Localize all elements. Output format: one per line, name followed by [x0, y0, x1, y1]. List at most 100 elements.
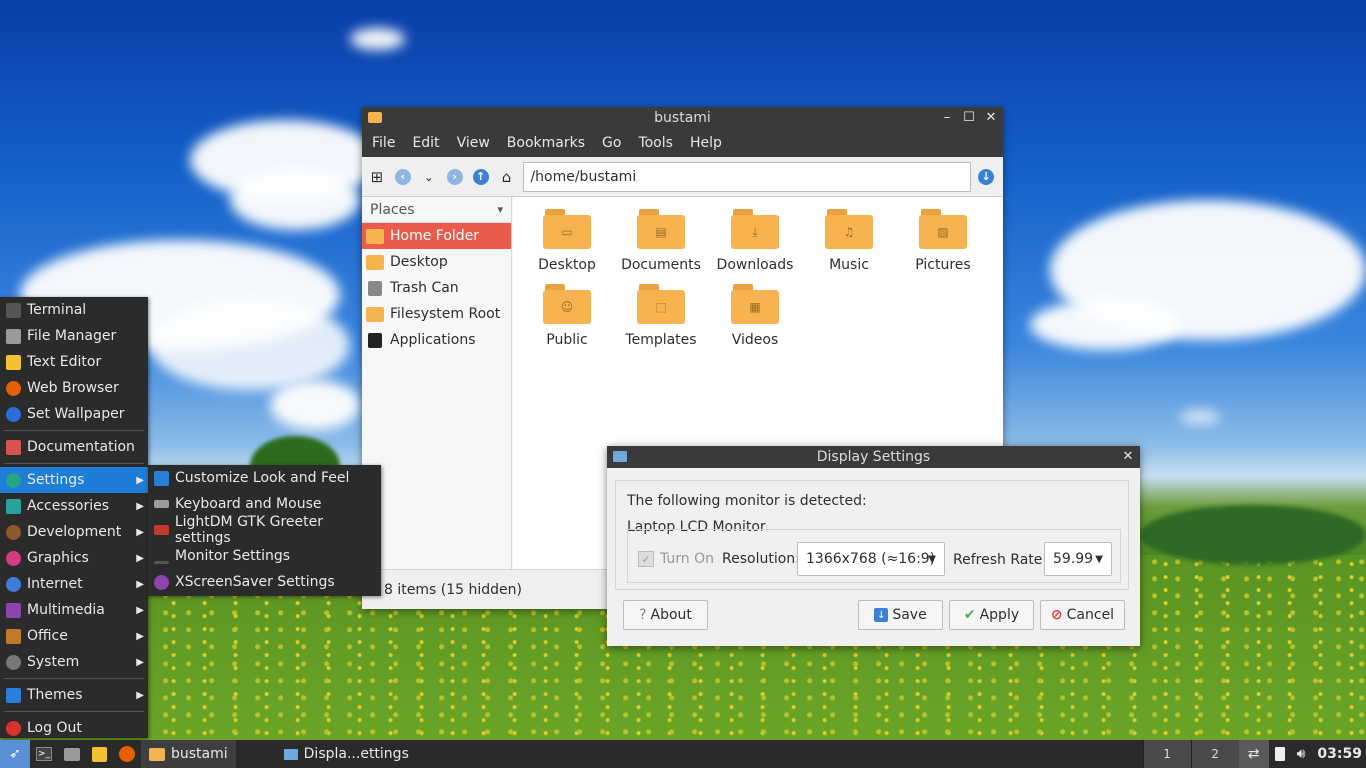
menu-item-label: Development	[27, 524, 122, 540]
back-icon[interactable]: ‹	[394, 168, 412, 186]
forward-icon[interactable]: ›	[446, 168, 464, 186]
file-label: Desktop	[538, 257, 596, 273]
chevron-down-icon[interactable]: ▾	[497, 203, 503, 216]
menu-item-logout[interactable]: Log Out	[0, 715, 148, 741]
menu-item-web-browser[interactable]: Web Browser	[0, 375, 148, 401]
menu-item-label: Set Wallpaper	[27, 406, 125, 422]
keyboard-icon	[154, 500, 169, 508]
monitor-icon	[283, 748, 298, 760]
accessories-icon	[6, 498, 21, 514]
apply-button[interactable]: ✔ Apply	[949, 600, 1034, 630]
sidebar-item-label: Home Folder	[390, 228, 480, 244]
launcher-web-browser[interactable]	[113, 740, 141, 768]
menu-item-graphics[interactable]: Graphics ▶	[0, 545, 148, 571]
file-item[interactable]: ⤓ Downloads	[710, 209, 800, 273]
go-icon[interactable]: ↓	[977, 168, 995, 186]
menu-item-label: Text Editor	[27, 354, 102, 370]
window-title: bustami	[654, 110, 711, 126]
folder-icon	[149, 747, 165, 761]
launcher-terminal[interactable]: >_	[30, 740, 58, 768]
menu-item-set-wallpaper[interactable]: Set Wallpaper	[0, 401, 148, 427]
up-icon[interactable]: ↑	[472, 168, 490, 186]
resolution-select[interactable]: 1366x768 (≈16:9) ▼	[797, 542, 945, 576]
clock[interactable]: 03:59	[1311, 740, 1366, 768]
menu-item-label: System	[27, 654, 80, 670]
menu-item-accessories[interactable]: Accessories ▶	[0, 493, 148, 519]
submenu-item-greeter[interactable]: LightDM GTK Greeter settings	[148, 514, 381, 546]
submenu-item-monitor[interactable]: Monitor Settings	[148, 543, 381, 569]
submenu-item-xscreensaver[interactable]: XScreenSaver Settings	[148, 569, 381, 595]
title-bar[interactable]: bustami – ☐ ✕	[362, 107, 1003, 129]
file-item[interactable]: ▨ Pictures	[898, 209, 988, 273]
file-item[interactable]: ▭ Desktop	[522, 209, 612, 273]
home-icon[interactable]: ⌂	[498, 168, 516, 186]
network-icon[interactable]: ⇄	[1238, 740, 1269, 768]
launcher-text-editor[interactable]	[86, 740, 113, 768]
close-icon[interactable]: ✕	[985, 111, 997, 124]
desktop-folder-icon: ▭	[543, 209, 591, 249]
task-file-manager[interactable]: bustami	[141, 740, 236, 768]
file-item[interactable]: ☺ Public	[522, 284, 612, 348]
workspace-2[interactable]: 2	[1190, 740, 1239, 768]
menu-item-development[interactable]: Development ▶	[0, 519, 148, 545]
menu-file[interactable]: File	[372, 135, 404, 151]
start-menu: Terminal File Manager Text Editor Web Br…	[0, 297, 148, 738]
sidebar-item-desktop[interactable]: Desktop	[362, 249, 511, 275]
refresh-rate-select[interactable]: 59.99 ▼	[1044, 542, 1112, 576]
submenu-item-customize[interactable]: Customize Look and Feel	[148, 465, 381, 491]
music-folder-icon: ♫	[825, 209, 873, 249]
menu-bookmarks[interactable]: Bookmarks	[507, 135, 594, 151]
task-display-settings[interactable]: Displa...ettings	[276, 740, 417, 768]
menu-edit[interactable]: Edit	[412, 135, 448, 151]
sidebar-item-label: Desktop	[390, 254, 448, 270]
about-label: About	[650, 607, 692, 623]
menu-item-text-editor[interactable]: Text Editor	[0, 349, 148, 375]
menu-item-documentation[interactable]: Documentation	[0, 434, 148, 460]
menu-item-themes[interactable]: Themes ▶	[0, 682, 148, 708]
menu-go[interactable]: Go	[602, 135, 630, 151]
file-item[interactable]: ▤ Documents	[616, 209, 706, 273]
menu-item-label: Themes	[27, 687, 83, 703]
file-item[interactable]: ▦ Videos	[710, 284, 800, 348]
menu-item-system[interactable]: System ▶	[0, 649, 148, 675]
menu-item-internet[interactable]: Internet ▶	[0, 571, 148, 597]
new-tab-icon[interactable]: ⊞	[368, 168, 386, 186]
clipboard-icon[interactable]	[1269, 740, 1291, 768]
sidebar-item-applications[interactable]: Applications	[362, 327, 511, 353]
monitor-icon	[613, 451, 627, 462]
drive-icon	[366, 306, 384, 322]
chevron-down-icon[interactable]: ⌄	[420, 168, 438, 186]
file-item[interactable]: ♫ Music	[804, 209, 894, 273]
address-bar[interactable]: /home/bustami	[523, 161, 972, 192]
file-item[interactable]: ⬚ Templates	[616, 284, 706, 348]
menu-item-file-manager[interactable]: File Manager	[0, 323, 148, 349]
close-icon[interactable]: ✕	[1122, 450, 1134, 463]
submenu-item-label: LightDM GTK Greeter settings	[174, 514, 323, 546]
menu-separator	[4, 463, 144, 464]
save-button[interactable]: ↓ Save	[858, 600, 943, 630]
sidebar-item-home[interactable]: Home Folder	[362, 223, 511, 249]
menu-item-label: File Manager	[27, 328, 117, 344]
menu-help[interactable]: Help	[690, 135, 731, 151]
menu-view[interactable]: View	[457, 135, 499, 151]
workspace-1[interactable]: 1	[1142, 740, 1191, 768]
menu-item-terminal[interactable]: Terminal	[0, 297, 148, 323]
menu-item-office[interactable]: Office ▶	[0, 623, 148, 649]
menu-item-label: Internet	[27, 576, 83, 592]
cancel-button[interactable]: ⊘ Cancel	[1040, 600, 1125, 630]
dialog-title-bar[interactable]: Display Settings ✕	[607, 446, 1140, 468]
launcher-file-manager[interactable]	[58, 740, 86, 768]
menu-tools[interactable]: Tools	[638, 135, 682, 151]
menu-item-settings[interactable]: Settings ▶	[0, 467, 148, 493]
menu-item-multimedia[interactable]: Multimedia ▶	[0, 597, 148, 623]
submenu-item-label: Keyboard and Mouse	[175, 496, 322, 512]
start-menu-button[interactable]: ➶	[0, 740, 30, 768]
turn-on-checkbox[interactable]: ✓	[638, 551, 654, 567]
about-button[interactable]: ? About	[623, 600, 708, 630]
minimize-icon[interactable]: –	[941, 111, 953, 124]
sidebar-item-trash[interactable]: Trash Can	[362, 275, 511, 301]
places-header[interactable]: Places ▾	[362, 197, 511, 223]
volume-icon[interactable]: 🔊︎	[1291, 740, 1312, 768]
maximize-icon[interactable]: ☐	[963, 111, 975, 124]
sidebar-item-filesystem[interactable]: Filesystem Root	[362, 301, 511, 327]
